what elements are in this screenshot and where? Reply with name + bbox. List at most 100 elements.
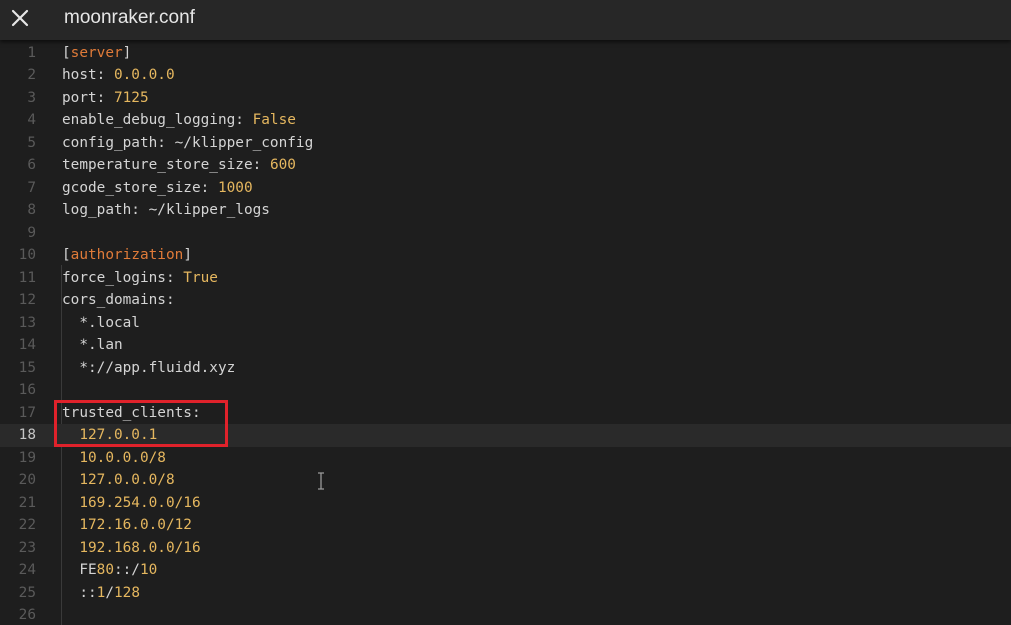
line-content: FE80::/10 xyxy=(62,559,157,582)
line-content: config_path: ~/klipper_config xyxy=(62,132,313,155)
editor-window: moonraker.conf 1 [server] 2 host: 0.0.0.0 3 p… xyxy=(0,0,1011,625)
line-content: 169.254.0.0/16 xyxy=(62,492,201,515)
line-number: 13 xyxy=(18,314,36,331)
code-line[interactable]: 12 cors_domains: xyxy=(0,289,1011,312)
section-name: authorization xyxy=(70,247,184,263)
line-content: temperature_store_size: 600 xyxy=(62,154,296,177)
config-text: host: xyxy=(62,67,114,83)
code-line[interactable]: 11 force_logins: True xyxy=(0,267,1011,290)
code-line[interactable]: 4 enable_debug_logging: False xyxy=(0,109,1011,132)
code-line[interactable]: 21 169.254.0.0/16 xyxy=(0,492,1011,515)
config-text xyxy=(62,472,79,488)
code-line[interactable]: 1 [server] xyxy=(0,42,1011,65)
config-value: True xyxy=(183,269,218,286)
config-text xyxy=(62,517,79,533)
config-text: :: xyxy=(62,584,97,601)
code-line[interactable]: 9 xyxy=(0,222,1011,245)
line-number: 23 xyxy=(18,539,36,556)
line-number: 9 xyxy=(27,224,36,241)
config-value: 1000 xyxy=(217,179,253,196)
config-text: *://app.fluidd.xyz xyxy=(62,359,236,376)
config-value: 10.0.0.0/8 xyxy=(79,449,166,466)
config-text: FE xyxy=(62,562,97,578)
code-line[interactable]: 16 xyxy=(0,379,1011,402)
code-line[interactable]: 13 *.local xyxy=(0,312,1011,335)
line-number: 26 xyxy=(18,607,36,623)
line-number: 3 xyxy=(27,89,36,106)
line-content: *.local xyxy=(62,312,140,335)
config-text: config_path: ~/klipper_config xyxy=(62,134,314,151)
code-line[interactable]: 7 gcode_store_size: 1000 xyxy=(0,177,1011,200)
config-text xyxy=(62,495,79,511)
config-value: 128 xyxy=(114,584,140,601)
line-number: 14 xyxy=(18,337,36,353)
config-text: log_path: ~/klipper_logs xyxy=(62,202,270,218)
code-line[interactable]: 17 trusted_clients: xyxy=(0,402,1011,425)
code-line[interactable]: 6 temperature_store_size: 600 xyxy=(0,154,1011,177)
code-editor[interactable]: 1 [server] 2 host: 0.0.0.0 3 port: 7125 4 enabl… xyxy=(0,40,1011,625)
config-text: port: xyxy=(62,89,114,106)
config-text: enable_debug_logging: xyxy=(62,112,253,128)
text-cursor-icon xyxy=(318,472,324,490)
code-line[interactable]: 25 ::1/128 xyxy=(0,582,1011,605)
line-number: 12 xyxy=(18,292,36,308)
code-line[interactable]: 20 127.0.0.0/8 xyxy=(0,469,1011,492)
code-line[interactable]: 8 log_path: ~/klipper_logs xyxy=(0,199,1011,222)
line-number: 19 xyxy=(18,449,36,466)
line-number: 15 xyxy=(18,359,36,376)
line-number: 7 xyxy=(27,179,36,196)
line-number: 10 xyxy=(18,247,36,263)
code-line[interactable]: 19 10.0.0.0/8 xyxy=(0,447,1011,470)
line-number: 18 xyxy=(18,427,36,443)
line-number: 21 xyxy=(18,494,36,511)
line-number: 2 xyxy=(27,67,36,83)
close-icon[interactable] xyxy=(4,2,36,34)
line-number: 20 xyxy=(18,472,36,488)
line-content: cors_domains: xyxy=(62,289,175,312)
line-number: 6 xyxy=(27,157,36,173)
code-line[interactable]: 22 172.16.0.0/12 xyxy=(0,514,1011,537)
config-value: 169.254.0.0/16 xyxy=(79,494,201,511)
config-text: / xyxy=(105,584,114,601)
config-text xyxy=(62,450,79,466)
code-line[interactable]: 26 xyxy=(0,604,1011,625)
code-line[interactable]: 5 config_path: ~/klipper_config xyxy=(0,132,1011,155)
line-number: 17 xyxy=(18,404,36,421)
line-number: 16 xyxy=(18,382,36,398)
code-line[interactable]: 14 *.lan xyxy=(0,334,1011,357)
line-content: trusted_clients: xyxy=(62,402,201,425)
line-content: force_logins: True xyxy=(62,267,218,290)
config-text xyxy=(62,427,79,443)
section-name: server xyxy=(70,44,123,61)
line-content: 192.168.0.0/16 xyxy=(62,537,200,560)
code-line[interactable]: 10 [authorization] xyxy=(0,244,1011,267)
config-value: False xyxy=(252,112,296,128)
config-value: 0.0.0.0 xyxy=(113,67,175,83)
code-line[interactable]: 24 FE80::/10 xyxy=(0,559,1011,582)
line-content: enable_debug_logging: False xyxy=(62,109,296,132)
line-content: 127.0.0.0/8 xyxy=(62,469,174,492)
config-value: 10 xyxy=(139,562,158,578)
line-content: 172.16.0.0/12 xyxy=(62,514,192,537)
code-line[interactable]: 15 *://app.fluidd.xyz xyxy=(0,357,1011,380)
line-content: *://app.fluidd.xyz xyxy=(62,357,235,380)
config-value: 172.16.0.0/12 xyxy=(79,517,192,533)
config-value: 7125 xyxy=(113,89,149,106)
line-content: log_path: ~/klipper_logs xyxy=(62,199,270,222)
line-content: [authorization] xyxy=(62,244,192,267)
line-number: 22 xyxy=(18,517,36,533)
config-text: [ xyxy=(62,247,71,263)
code-line[interactable]: 23 192.168.0.0/16 xyxy=(0,537,1011,560)
code-line[interactable]: 2 host: 0.0.0.0 xyxy=(0,64,1011,87)
config-value: 600 xyxy=(269,157,296,173)
code-line[interactable]: 18 127.0.0.1 xyxy=(0,424,1011,447)
line-content: *.lan xyxy=(62,334,122,357)
config-value: 127.0.0.1 xyxy=(79,427,158,443)
code-line[interactable]: 3 port: 7125 xyxy=(0,87,1011,110)
line-content: 127.0.0.1 xyxy=(62,424,157,447)
line-content: 10.0.0.0/8 xyxy=(62,447,166,470)
config-text: trusted_clients: xyxy=(62,404,201,421)
close-button[interactable] xyxy=(4,2,36,34)
config-text: ] xyxy=(183,247,192,263)
line-content: ::1/128 xyxy=(62,582,140,605)
